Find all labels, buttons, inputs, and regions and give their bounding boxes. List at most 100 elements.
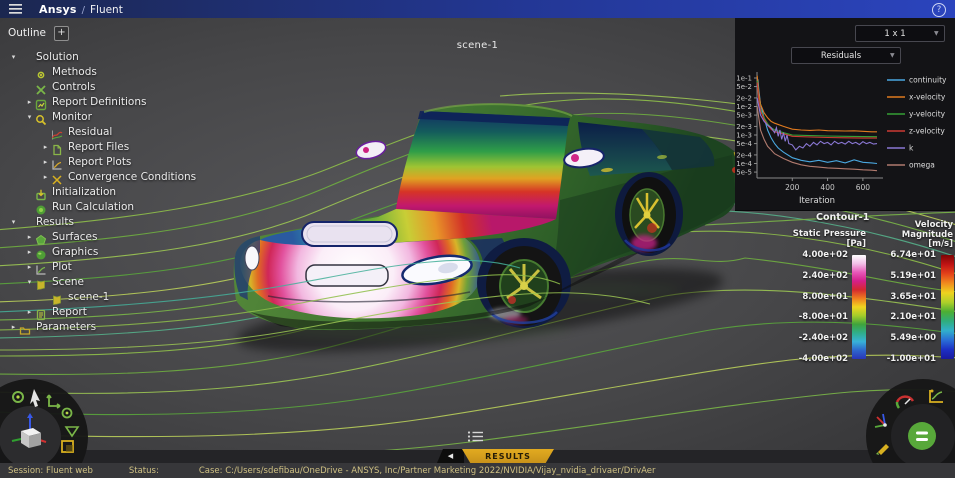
view-navigation-ball[interactable] — [0, 355, 120, 465]
tree-parameters-icon — [19, 321, 31, 333]
legend-y-velocity: y-velocity — [909, 110, 946, 119]
caret-right-icon[interactable]: ▸ — [40, 158, 51, 166]
brand-separator: / — [82, 5, 85, 16]
tree-item-convergence-conditions[interactable]: ▸Convergence Conditions — [8, 169, 196, 184]
svg-text:200: 200 — [785, 183, 800, 192]
tree-item-label: Methods — [52, 66, 97, 78]
svg-text:2e-3: 2e-3 — [736, 123, 752, 131]
svg-text:600: 600 — [856, 183, 871, 192]
residuals-chart: 1e-15e-22e-21e-25e-32e-31e-35e-42e-41e-4… — [735, 66, 955, 210]
layout-grid-dropdown[interactable]: 1 x 1 ▼ — [855, 25, 945, 42]
tree-item-monitor[interactable]: ▾Monitor — [8, 109, 196, 124]
outline-panel: Outline + ▾SolutionMethodsControls▸Repor… — [8, 24, 196, 334]
caret-right-icon[interactable]: ▸ — [40, 143, 51, 151]
svg-text:1e-2: 1e-2 — [736, 103, 752, 111]
windshield — [396, 111, 569, 219]
svg-text:5e-5: 5e-5 — [736, 168, 752, 176]
help-icon[interactable]: ? — [932, 3, 946, 17]
rear-wheel — [615, 172, 683, 256]
tree-item-report[interactable]: ▸Report — [8, 304, 196, 319]
tree-item-report-files[interactable]: ▸Report Files — [8, 139, 196, 154]
tree-item-label: Results — [36, 216, 74, 228]
legend-continuity: continuity — [909, 76, 947, 85]
tree-report-files-icon — [51, 141, 63, 153]
pressure-colorbar-title: Static Pressure [Pa] — [793, 230, 866, 249]
tree-item-solution[interactable]: ▾ Solution — [8, 49, 196, 64]
series-continuity — [757, 79, 877, 163]
contour-title: Contour-1 — [816, 212, 869, 223]
caret-right-icon[interactable]: ▸ — [24, 308, 35, 316]
tree-item-residual[interactable]: Residual — [8, 124, 196, 139]
tree-item-plot[interactable]: ▸Plot — [8, 259, 196, 274]
contour-legend-overlay: Pathlines-1 Contour-1 Static Pressure [P… — [780, 203, 955, 373]
caret-down-icon[interactable]: ▾ — [24, 113, 35, 121]
tree-item-label: Surfaces — [52, 231, 97, 243]
caret-right-icon[interactable]: ▸ — [24, 263, 35, 271]
caret-right-icon[interactable]: ▸ — [24, 98, 35, 106]
hamburger-menu-icon[interactable] — [9, 4, 22, 14]
lower-intake — [306, 265, 388, 286]
tree-plot-icon — [35, 261, 47, 273]
caret-down-icon[interactable]: ▾ — [8, 53, 19, 61]
tree-item-label: Initialization — [52, 186, 116, 198]
app-brand: Ansys / Fluent — [39, 3, 123, 16]
tree-item-results[interactable]: ▾ Results — [8, 214, 196, 229]
tree-item-report-definitions[interactable]: ▸ Report Definitions — [8, 94, 196, 109]
caret-right-icon[interactable]: ▸ — [40, 173, 51, 181]
collapse-results-button[interactable]: ◀ — [437, 449, 464, 463]
results-tab[interactable]: RESULTS — [462, 449, 554, 463]
fluent-app-window: scene-1 Ansys / Fluent ? Outline + ▾Solu… — [0, 0, 955, 478]
series-x-velocity — [757, 76, 877, 132]
tree-item-run-calculation[interactable]: Run Calculation — [8, 199, 196, 214]
svg-text:2e-2: 2e-2 — [736, 94, 752, 102]
tree-item-scene-1[interactable]: scene-1 — [8, 289, 196, 304]
tree-report-icon — [35, 306, 47, 318]
svg-text:5e-3: 5e-3 — [736, 111, 752, 119]
tree-item-label: Solution — [36, 51, 79, 63]
tree-item-parameters[interactable]: ▸Parameters — [8, 319, 196, 334]
tree-item-surfaces[interactable]: ▸ Surfaces — [8, 229, 196, 244]
colorbar-value: 3.65e+01 — [890, 292, 936, 302]
tree-methods-icon — [35, 66, 47, 78]
layout-grid-value: 1 x 1 — [856, 29, 934, 39]
tree-surfaces-icon — [35, 231, 47, 243]
tree-residual-icon — [51, 126, 63, 138]
plot-type-dropdown[interactable]: Residuals ▼ — [791, 47, 901, 64]
tools-navigation-ball[interactable] — [840, 358, 955, 473]
tree-controls-icon — [35, 81, 47, 93]
blank-icon — [19, 216, 31, 228]
tree-item-label: Report Definitions — [52, 96, 146, 108]
tree-report-definitions-icon — [35, 96, 47, 108]
results-tab-label: RESULTS — [485, 452, 531, 461]
tree-item-label: scene-1 — [68, 291, 109, 303]
tree-item-methods[interactable]: Methods — [8, 64, 196, 79]
primary-action-button[interactable] — [908, 422, 936, 450]
legend-x-velocity: x-velocity — [909, 93, 946, 102]
caret-right-icon[interactable]: ▸ — [24, 233, 35, 241]
tree-item-scene[interactable]: ▾Scene — [8, 274, 196, 289]
outline-tree: ▾ Solution Methods Controls ▸ Report Definiti… — [8, 49, 196, 334]
svg-text:5e-2: 5e-2 — [736, 83, 752, 91]
svg-text:2e-4: 2e-4 — [736, 151, 752, 159]
caret-down-icon[interactable]: ▾ — [24, 278, 35, 286]
tree-item-label: Report Plots — [68, 156, 131, 168]
tree-item-report-plots[interactable]: ▸ Report Plots — [8, 154, 196, 169]
tree-run-calculation-icon — [35, 201, 47, 213]
caret-right-icon[interactable]: ▸ — [24, 248, 35, 256]
app-header: Ansys / Fluent ? — [0, 0, 955, 18]
tree-item-graphics[interactable]: ▸Graphics — [8, 244, 196, 259]
caret-right-icon[interactable]: ▸ — [8, 323, 19, 331]
velocity-colorbar — [941, 255, 954, 359]
outline-add-button[interactable]: + — [54, 26, 69, 41]
svg-text:400: 400 — [820, 183, 835, 192]
chevron-down-icon: ▼ — [890, 52, 900, 59]
series-y-velocity — [757, 81, 877, 137]
list-view-icon[interactable] — [467, 430, 485, 443]
caret-down-icon[interactable]: ▾ — [8, 218, 19, 226]
tree-item-label: Controls — [52, 81, 95, 93]
svg-text:1e-3: 1e-3 — [736, 131, 752, 139]
tree-item-initialization[interactable]: Initialization — [8, 184, 196, 199]
tree-item-controls[interactable]: Controls — [8, 79, 196, 94]
plot-type-value: Residuals — [792, 51, 890, 61]
colorbar-value: 2.10e+01 — [890, 312, 936, 322]
